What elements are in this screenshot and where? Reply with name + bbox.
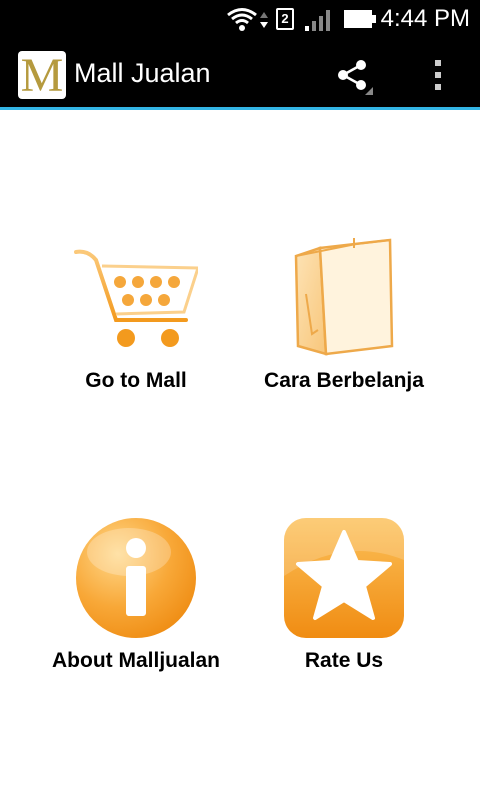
shopping-bag-icon — [294, 238, 394, 356]
about-malljualan-button[interactable]: About Malljualan — [36, 516, 236, 706]
signal-icon — [305, 10, 330, 31]
share-button[interactable] — [326, 48, 380, 102]
status-time: 4:44 PM — [380, 5, 470, 32]
data-activity-icon — [260, 12, 268, 28]
go-to-mall-button[interactable]: Go to Mall — [36, 234, 236, 424]
status-bar: 2 4:44 PM — [0, 0, 480, 38]
info-icon — [76, 518, 196, 638]
action-bar-divider — [0, 107, 480, 110]
cara-berbelanja-label: Cara Berbelanja — [264, 369, 424, 392]
action-bar: M Mall Jualan — [0, 38, 480, 108]
battery-icon — [344, 10, 376, 28]
overflow-menu-icon — [435, 60, 441, 90]
app-title: Mall Jualan — [74, 58, 211, 88]
sim-slot-number: 2 — [281, 11, 289, 26]
wifi-icon — [227, 8, 257, 31]
rate-us-button[interactable]: Rate Us — [244, 516, 444, 706]
cara-berbelanja-button[interactable]: Cara Berbelanja — [244, 234, 444, 424]
go-to-mall-label: Go to Mall — [85, 369, 187, 392]
app-logo-letter: M — [20, 51, 64, 100]
sim-icon: 2 — [276, 8, 294, 30]
app-logo[interactable]: M — [18, 51, 66, 99]
app-screen: 2 4:44 PM M Mall Jualan Go to Mall Cara … — [0, 0, 480, 800]
about-malljualan-label: About Malljualan — [52, 649, 220, 672]
share-icon — [338, 60, 373, 95]
rate-us-label: Rate Us — [304, 649, 384, 672]
star-icon — [284, 518, 404, 638]
shopping-cart-icon — [74, 249, 198, 347]
overflow-menu-button[interactable] — [416, 48, 460, 102]
